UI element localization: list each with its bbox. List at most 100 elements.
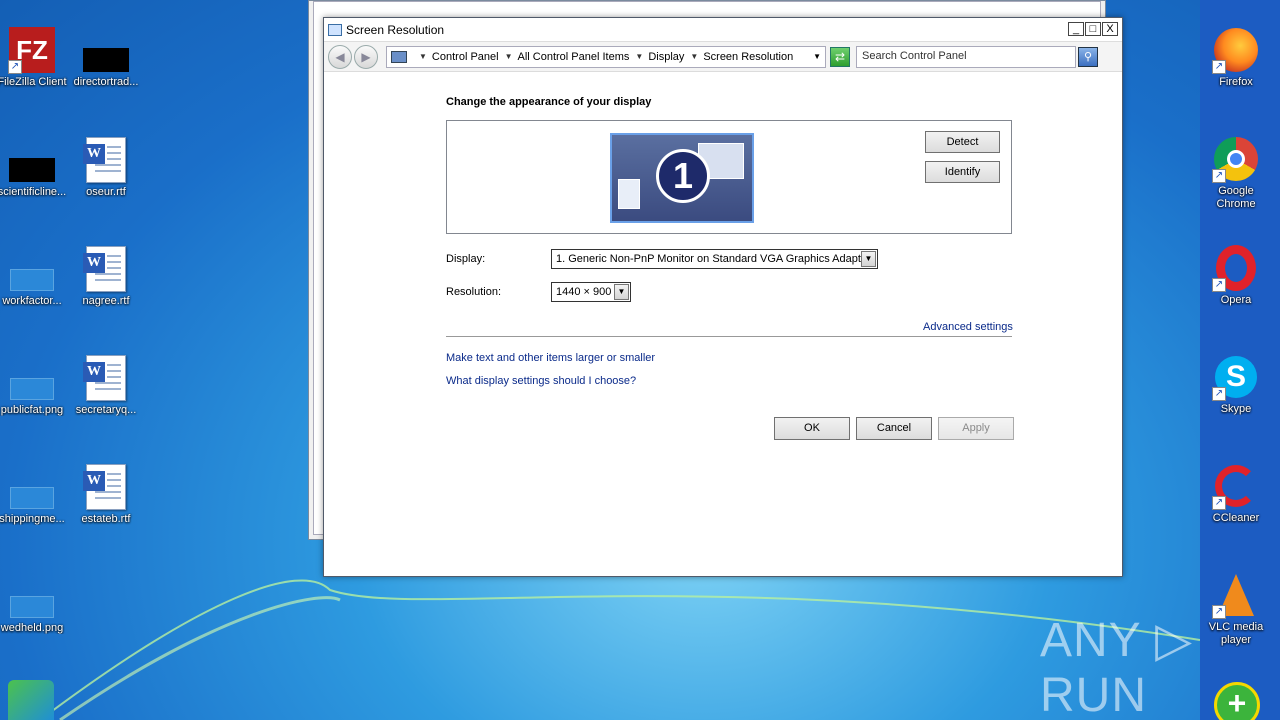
search-icon: ⚲ [1083, 50, 1093, 63]
anyrun-watermark: ANY ▷ RUN [1040, 614, 1194, 720]
desktop-icon-skype[interactable]: S ↗ Skype [1196, 353, 1276, 415]
minimize-button[interactable]: _ [1068, 22, 1084, 36]
desktop-icon-wedheld[interactable]: wedheld.png [0, 572, 72, 634]
navigation-bar: ◀ ▶ ▼ Control Panel ▼ All Control Panel It… [324, 42, 1122, 72]
breadcrumb-display[interactable]: ▼ Display [629, 51, 684, 63]
breadcrumb-screen-resolution[interactable]: ▼ Screen Resolution [684, 51, 793, 63]
blank-thumbnail-icon [10, 596, 54, 618]
shortcut-arrow-icon: ↗ [1212, 387, 1226, 401]
desktop-icon-secretaryq[interactable]: W secretaryq... [66, 354, 146, 416]
blank-thumbnail-icon [10, 487, 54, 509]
display-select-value: 1. Generic Non-PnP Monitor on Standard V… [556, 253, 871, 265]
chevron-down-icon[interactable]: ▼ [505, 52, 513, 61]
breadcrumb-label[interactable]: Screen Resolution [703, 51, 793, 63]
close-button[interactable]: X [1102, 22, 1118, 36]
search-input[interactable]: Search Control Panel [856, 45, 1076, 68]
desktop-icon-scientificline[interactable]: scientificline... [0, 136, 72, 198]
ok-button[interactable]: OK [774, 417, 850, 440]
refresh-button[interactable]: ⇄ [830, 46, 850, 67]
shortcut-arrow-icon: ↗ [1212, 60, 1226, 74]
desktop-icon-label: CCleaner [1212, 512, 1260, 524]
blank-thumbnail-icon [10, 269, 54, 291]
resolution-select[interactable]: 1440 × 900 ▼ [551, 282, 631, 302]
maximize-button[interactable]: □ [1085, 22, 1101, 36]
control-panel-icon [391, 50, 407, 63]
partial-app-icon[interactable] [8, 680, 54, 720]
desktop-icon-firefox[interactable]: ↗ Firefox [1196, 26, 1276, 88]
chevron-down-icon[interactable]: ▼ [419, 52, 427, 61]
desktop-icon-nagree[interactable]: W nagree.rtf [66, 245, 146, 307]
desktop-icon-label: nagree.rtf [82, 295, 130, 307]
desktop-icon-label: oseur.rtf [86, 186, 126, 198]
word-document-icon: W [83, 246, 126, 292]
display-help-link[interactable]: What display settings should I choose? [446, 375, 636, 387]
black-thumbnail-icon [9, 158, 55, 182]
forward-arrow-icon: ▶ [361, 49, 371, 64]
monitor-preview-panel: 1 Detect Identify [446, 120, 1012, 234]
word-document-icon: W [83, 137, 126, 183]
chevron-down-icon[interactable]: ▼ [690, 52, 698, 61]
cancel-button[interactable]: Cancel [856, 417, 932, 440]
desktop-icon-label: estateb.rtf [81, 513, 131, 525]
shortcut-arrow-icon: ↗ [1212, 496, 1226, 510]
desktop-icon-label: Opera [1220, 294, 1252, 306]
display-select[interactable]: 1. Generic Non-PnP Monitor on Standard V… [551, 249, 878, 269]
desktop-icon-label: FileZilla Client [0, 76, 67, 88]
text-size-link[interactable]: Make text and other items larger or smal… [446, 352, 655, 364]
apply-button[interactable]: Apply [938, 417, 1014, 440]
word-document-icon: W [83, 355, 126, 401]
address-bar[interactable]: ▼ Control Panel ▼ All Control Panel Items … [386, 45, 826, 68]
desktop-icon-workfactor[interactable]: workfactor... [0, 245, 72, 307]
page-heading: Change the appearance of your display [446, 96, 652, 108]
desktop-icon-ccleaner[interactable]: ↗ CCleaner [1196, 462, 1276, 524]
advanced-settings-link[interactable]: Advanced settings [923, 321, 1013, 333]
search-button[interactable]: ⚲ [1078, 46, 1098, 67]
chevron-down-icon[interactable]: ▼ [861, 251, 876, 267]
back-arrow-icon: ◀ [335, 49, 345, 64]
breadcrumb-all-items[interactable]: ▼ All Control Panel Items [499, 51, 630, 63]
shortcut-arrow-icon: ↗ [1212, 169, 1226, 183]
desktop-icon-opera[interactable]: ↗ Opera [1196, 244, 1276, 306]
breadcrumb-label[interactable]: All Control Panel Items [518, 51, 630, 63]
desktop-icon-label: Google Chrome [1216, 185, 1256, 210]
desktop-icon-oseur[interactable]: W oseur.rtf [66, 136, 146, 198]
display-label: Display: [446, 253, 486, 265]
refresh-icon: ⇄ [834, 49, 846, 64]
desktop-icon-directortrad[interactable]: directortrad... [66, 26, 146, 88]
desktop-icon-label: directortrad... [73, 76, 139, 88]
resolution-label: Resolution: [446, 286, 502, 298]
monitor-icon [328, 23, 342, 36]
breadcrumb-label[interactable]: Control Panel [432, 51, 499, 63]
chevron-down-icon[interactable]: ▼ [635, 52, 643, 61]
desktop-icon-publicfat[interactable]: publicfat.png [0, 354, 72, 416]
title-bar[interactable]: Screen Resolution [324, 18, 1122, 42]
screen-resolution-window: Screen Resolution _ □ X ◀ ▶ ▼ Control Pan… [323, 17, 1123, 577]
preview-window-shape [618, 179, 640, 209]
address-dropdown-icon[interactable]: ▼ [813, 52, 821, 61]
desktop-icon-chrome[interactable]: ↗ Google Chrome [1196, 135, 1276, 211]
desktop-icon-estateb[interactable]: W estateb.rtf [66, 463, 146, 525]
shortcut-arrow-icon: ↗ [8, 60, 22, 74]
identify-button[interactable]: Identify [925, 161, 1000, 183]
breadcrumb-label[interactable]: Display [648, 51, 684, 63]
monitor-number: 1 [656, 149, 710, 203]
window-title: Screen Resolution [346, 22, 445, 37]
desktop-icon-label: Firefox [1219, 76, 1253, 88]
forward-button[interactable]: ▶ [354, 44, 378, 69]
desktop-icon-label: wedheld.png [0, 622, 64, 634]
desktop-icon-label: Skype [1220, 403, 1252, 415]
word-document-icon: W [83, 464, 126, 510]
detect-button[interactable]: Detect [925, 131, 1000, 153]
desktop-icon-filezilla[interactable]: FZ ↗ FileZilla Client [0, 26, 72, 88]
monitor-1-preview[interactable]: 1 [610, 133, 754, 223]
breadcrumb-control-panel[interactable]: ▼ Control Panel [413, 51, 499, 63]
desktop-icon-shippingme[interactable]: shippingme... [0, 463, 72, 525]
desktop-icon-label: secretaryq... [75, 404, 137, 416]
black-thumbnail-icon [83, 48, 129, 72]
chevron-down-icon[interactable]: ▼ [614, 284, 629, 300]
main-content: Change the appearance of your display 1 … [446, 96, 1014, 440]
desktop-icon-label: scientificline... [0, 186, 67, 198]
resolution-select-value: 1440 × 900 [556, 286, 612, 298]
back-button[interactable]: ◀ [328, 44, 352, 69]
divider [446, 336, 1012, 337]
